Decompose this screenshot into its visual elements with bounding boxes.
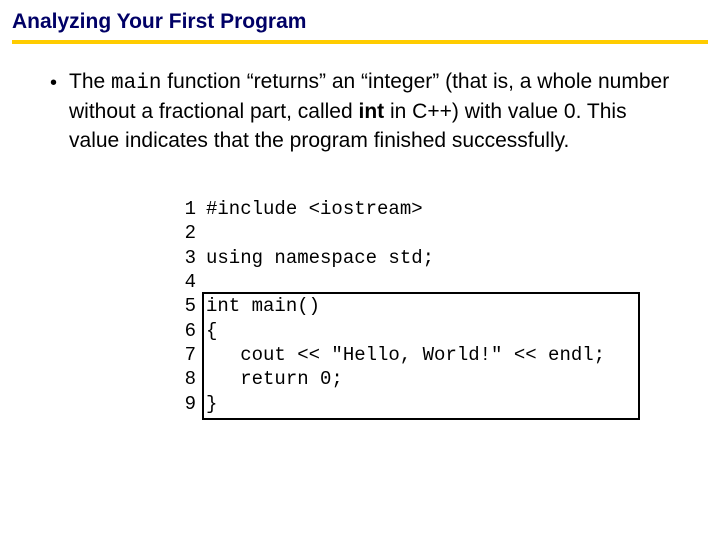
text-segment: The (69, 70, 111, 93)
line-number: 2 (172, 221, 196, 245)
code-line: 8 return 0; (172, 367, 670, 391)
code-text: cout << "Hello, World!" << endl; (206, 343, 605, 367)
line-number: 4 (172, 270, 196, 294)
slide-header: Analyzing Your First Program (0, 0, 720, 38)
code-text: } (206, 392, 217, 416)
code-text: using namespace std; (206, 246, 434, 270)
line-number: 3 (172, 246, 196, 270)
code-text: return 0; (206, 367, 343, 391)
code-line: 2 (172, 221, 670, 245)
bullet-icon: • (50, 70, 57, 97)
bullet-item: • The main function “returns” an “intege… (50, 68, 670, 155)
paragraph: The main function “returns” an “integer”… (69, 68, 670, 155)
code-block: 1 #include <iostream> 2 3 using namespace … (172, 197, 670, 416)
code-line: 3 using namespace std; (172, 246, 670, 270)
line-number: 1 (172, 197, 196, 221)
bold-word-int: int (359, 100, 385, 123)
code-line: 5 int main() (172, 294, 670, 318)
code-word-main: main (111, 72, 161, 95)
code-text: #include <iostream> (206, 197, 423, 221)
line-number: 7 (172, 343, 196, 367)
line-number: 8 (172, 367, 196, 391)
line-number: 5 (172, 294, 196, 318)
code-text: { (206, 319, 217, 343)
line-number: 6 (172, 319, 196, 343)
slide-title: Analyzing Your First Program (12, 10, 708, 34)
code-line: 7 cout << "Hello, World!" << endl; (172, 343, 670, 367)
code-line: 6{ (172, 319, 670, 343)
code-line: 9} (172, 392, 670, 416)
code-line: 4 (172, 270, 670, 294)
code-text: int main() (206, 294, 320, 318)
slide-content: • The main function “returns” an “intege… (0, 44, 720, 416)
line-number: 9 (172, 392, 196, 416)
code-line: 1 #include <iostream> (172, 197, 670, 221)
